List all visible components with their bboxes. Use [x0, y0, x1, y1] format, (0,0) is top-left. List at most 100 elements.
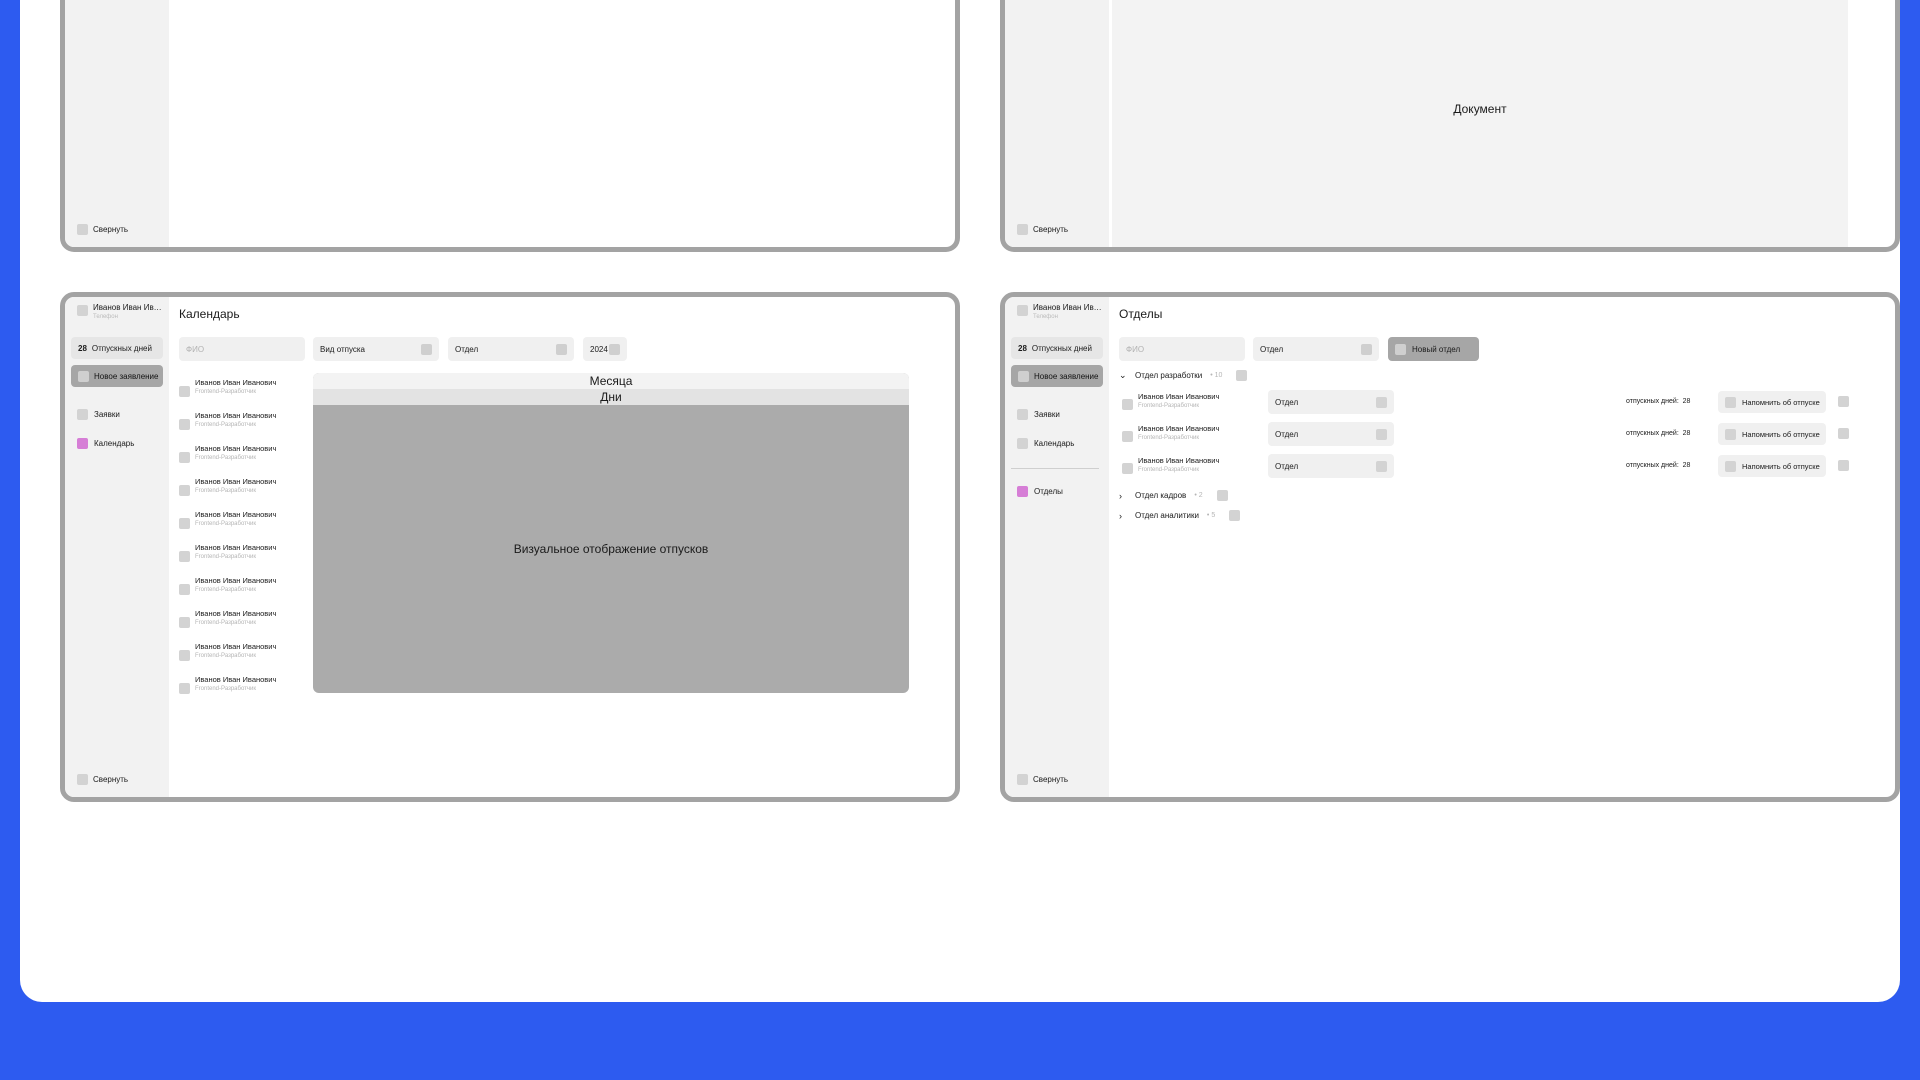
vacation-days-label: отпускных дней:	[1626, 398, 1679, 405]
vacation-days-badge: 28 Отпускных дней	[71, 337, 163, 359]
employee-department-select[interactable]: Отдел	[1268, 390, 1394, 414]
list-item[interactable]: Иванов Иван Иванович Frontend-Разработчик	[179, 470, 309, 503]
sidebar-item-calendar[interactable]: Календарь	[77, 438, 134, 449]
department-select[interactable]: Отдел	[448, 337, 574, 361]
collapse-button[interactable]: Свернуть	[77, 774, 128, 785]
vacation-days-label: Отпускных дней	[1031, 343, 1092, 353]
chevron-right-icon: ›	[1119, 490, 1122, 501]
sidebar-item-calendar[interactable]: Календарь	[1017, 438, 1074, 449]
employee-role: Frontend-Разработчик	[1138, 467, 1200, 473]
list-item[interactable]: Иванов Иван Иванович Frontend-Разработчик	[179, 569, 309, 602]
name-search-input[interactable]: ФИО	[1119, 337, 1245, 361]
employee-role: Frontend-Разработчик	[195, 554, 257, 560]
employee-name: Иванов Иван Иванович	[195, 642, 277, 651]
department-group-development[interactable]: ⌄ Отдел разработки • 10	[1119, 370, 1248, 381]
employee-cell[interactable]: Иванов Иван Иванович Frontend-Разработчи…	[1122, 424, 1219, 443]
year-label: 2024	[590, 344, 608, 354]
avatar	[179, 650, 190, 661]
avatar	[179, 551, 190, 562]
employee-department-label: Отдел	[1275, 429, 1299, 439]
collapse-button[interactable]: Свернуть	[1017, 224, 1068, 235]
new-request-button[interactable]: Новое заявление	[1011, 365, 1103, 387]
department-group-analytics[interactable]: › Отдел аналитики • 5	[1119, 510, 1241, 521]
employee-name: Иванов Иван Иванович	[1138, 424, 1220, 433]
employee-department-select[interactable]: Отдел	[1268, 454, 1394, 478]
requests-icon	[77, 409, 88, 420]
sidebar-item-label: Заявки	[94, 410, 120, 419]
user-profile[interactable]: Иванов Иван Иванович Телефон	[1017, 303, 1105, 320]
edit-icon[interactable]	[1236, 370, 1248, 381]
vacation-days-count: 28	[1018, 343, 1027, 353]
edit-icon[interactable]	[1229, 510, 1241, 521]
plus-icon	[1395, 343, 1406, 355]
vacation-days-label: Отпускных дней	[91, 343, 152, 353]
collapse-label: Свернуть	[93, 225, 129, 234]
calendar-icon	[1017, 438, 1028, 449]
list-item[interactable]: Иванов Иван Иванович Frontend-Разработчик	[179, 503, 309, 536]
remind-vacation-button[interactable]: Напомнить об отпуске	[1718, 423, 1826, 445]
list-item[interactable]: Иванов Иван Иванович Frontend-Разработчик	[179, 371, 309, 404]
sidebar-item-requests[interactable]: Заявки	[1017, 409, 1060, 420]
employee-department-select[interactable]: Отдел	[1268, 422, 1394, 446]
new-request-button[interactable]: Новое заявление	[71, 365, 163, 387]
employee-role: Frontend-Разработчик	[195, 521, 257, 527]
sidebar-item-label: Заявки	[1034, 410, 1060, 419]
chevron-down-icon	[1376, 428, 1387, 440]
list-item[interactable]: Иванов Иван Иванович Frontend-Разработчик	[179, 404, 309, 437]
department-name: Отдел аналитики	[1135, 511, 1199, 520]
employee-name: Иванов Иван Иванович	[1138, 392, 1220, 401]
department-name: Отдел кадров	[1135, 491, 1187, 500]
remind-vacation-button[interactable]: Напомнить об отпуске	[1718, 455, 1826, 477]
list-item[interactable]: Иванов Иван Иванович Frontend-Разработчик	[179, 635, 309, 668]
employee-cell[interactable]: Иванов Иван Иванович Frontend-Разработчи…	[1122, 456, 1219, 475]
bell-icon	[1725, 428, 1736, 440]
days-header: Дни	[313, 389, 909, 405]
employee-role: Frontend-Разработчик	[195, 455, 257, 461]
name-search-input[interactable]: ФИО	[179, 337, 305, 361]
vacation-type-select[interactable]: Вид отпуска	[313, 337, 439, 361]
departments-icon	[1017, 486, 1028, 497]
vacation-days-info: отпускных дней: 28	[1626, 462, 1690, 469]
new-department-button[interactable]: Новый отдел	[1388, 337, 1479, 361]
more-icon[interactable]	[1838, 428, 1849, 439]
avatar	[179, 419, 190, 430]
remind-vacation-button[interactable]: Напомнить об отпуске	[1718, 391, 1826, 413]
document-icon	[78, 370, 89, 382]
collapse-label: Свернуть	[1033, 775, 1069, 784]
chevron-down-icon	[556, 343, 567, 355]
department-group-hr[interactable]: › Отдел кадров • 2	[1119, 490, 1228, 501]
vacation-days-value: 28	[1682, 462, 1691, 469]
list-item[interactable]: Иванов Иван Иванович Frontend-Разработчик	[179, 437, 309, 470]
collapse-button[interactable]: Свернуть	[1017, 774, 1068, 785]
employee-role: Frontend-Разработчик	[195, 587, 257, 593]
list-item[interactable]: Иванов Иван Иванович Frontend-Разработчик	[179, 536, 309, 569]
name-search-placeholder: ФИО	[186, 344, 205, 354]
list-item[interactable]: Иванов Иван Иванович Frontend-Разработчик	[179, 668, 309, 701]
chevron-right-icon: ›	[1119, 510, 1122, 521]
employee-cell[interactable]: Иванов Иван Иванович Frontend-Разработчи…	[1122, 392, 1219, 411]
vacation-days-count: 28	[78, 343, 87, 353]
sidebar-item-requests[interactable]: Заявки	[77, 409, 120, 420]
more-icon[interactable]	[1838, 396, 1849, 407]
more-icon[interactable]	[1838, 460, 1849, 471]
collapse-label: Свернуть	[1033, 225, 1069, 234]
collapse-button[interactable]: Свернуть	[77, 224, 128, 235]
department-name: Отдел разработки	[1135, 371, 1203, 380]
vacation-type-label: Вид отпуска	[320, 344, 365, 354]
edit-icon[interactable]	[1216, 490, 1228, 501]
frame-blank: Свернуть	[60, 0, 960, 252]
visualization-placeholder: Визуальное отображение отпусков	[513, 542, 709, 556]
vacation-days-info: отпускных дней: 28	[1626, 398, 1690, 405]
bell-icon	[1725, 460, 1736, 472]
employee-name: Иванов Иван Иванович	[195, 378, 277, 387]
employee-name: Иванов Иван Иванович	[195, 477, 277, 486]
year-select[interactable]: 2024	[583, 337, 627, 361]
list-item[interactable]: Иванов Иван Иванович Frontend-Разработчик	[179, 602, 309, 635]
sidebar-item-label: Отделы	[1034, 487, 1063, 496]
user-profile[interactable]: Иванов Иван Иванович Телефон	[77, 303, 165, 320]
sidebar-item-departments[interactable]: Отделы	[1017, 486, 1063, 497]
months-header: Месяца	[313, 373, 909, 389]
name-search-placeholder: ФИО	[1126, 344, 1145, 354]
department-select[interactable]: Отдел	[1253, 337, 1379, 361]
avatar	[179, 485, 190, 496]
